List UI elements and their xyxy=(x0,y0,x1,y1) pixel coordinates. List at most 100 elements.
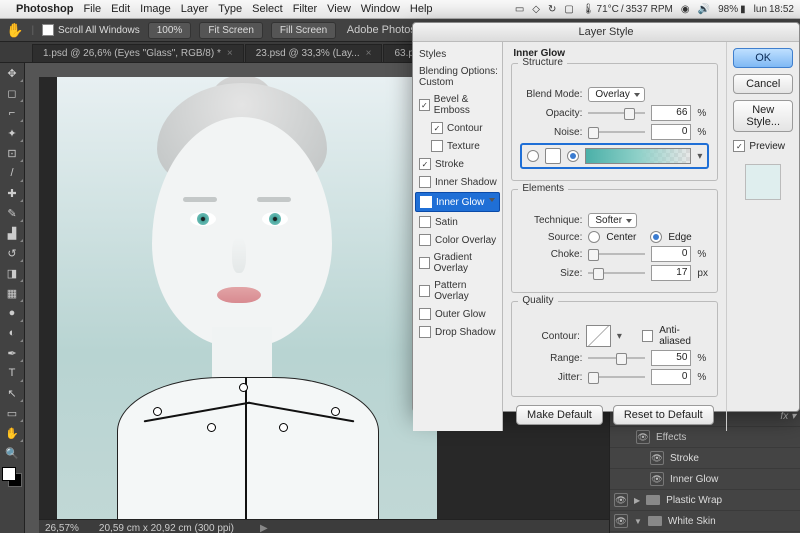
scroll-all-checkbox[interactable]: Scroll All Windows xyxy=(42,24,140,36)
menu-view[interactable]: View xyxy=(327,3,351,15)
close-icon[interactable]: × xyxy=(366,48,372,59)
style-stroke[interactable]: Stroke xyxy=(413,155,502,173)
noise-slider[interactable] xyxy=(588,126,645,138)
stamp-tool[interactable]: ▟ xyxy=(0,223,24,243)
jitter-slider[interactable] xyxy=(588,371,645,383)
menu-edit[interactable]: Edit xyxy=(111,3,130,15)
dialog-title[interactable]: Layer Style xyxy=(413,23,799,42)
size-slider[interactable] xyxy=(588,267,645,279)
style-texture[interactable]: Texture xyxy=(413,137,502,155)
type-tool[interactable]: T xyxy=(0,363,24,383)
gradient-menu-icon[interactable]: ▾ xyxy=(697,151,702,162)
wifi-icon[interactable]: ◉ xyxy=(681,4,690,15)
document-canvas[interactable] xyxy=(57,77,437,533)
dropbox-icon[interactable]: ◇ xyxy=(532,4,540,15)
zoom-tool[interactable]: 🔍 xyxy=(0,443,24,463)
style-satin[interactable]: Satin xyxy=(413,213,502,231)
ok-button[interactable]: OK xyxy=(733,48,793,68)
zoom-level[interactable]: 26,57% xyxy=(45,523,79,533)
solid-color-swatch[interactable] xyxy=(545,148,561,164)
history-brush-tool[interactable]: ↺ xyxy=(0,243,24,263)
style-contour[interactable]: Contour xyxy=(413,119,502,137)
style-inner-glow[interactable]: Inner Glow xyxy=(415,192,500,212)
disclosure-icon[interactable]: ▶ xyxy=(634,496,640,505)
menu-image[interactable]: Image xyxy=(140,3,171,15)
path-tool[interactable]: ↖ xyxy=(0,383,24,403)
style-color-overlay[interactable]: Color Overlay xyxy=(413,231,502,249)
menu-layer[interactable]: Layer xyxy=(181,3,209,15)
fit-screen-button[interactable]: Fit Screen xyxy=(199,22,263,39)
style-inner-shadow[interactable]: Inner Shadow xyxy=(413,173,502,191)
doc-dimensions[interactable]: 20,59 cm x 20,92 cm (300 ppi) xyxy=(99,523,234,533)
style-outer-glow[interactable]: Outer Glow xyxy=(413,305,502,323)
volume-icon[interactable]: 🔊 xyxy=(698,4,710,15)
screenshare-icon[interactable]: ▭ xyxy=(515,4,524,15)
disclosure-icon[interactable]: ▼ xyxy=(634,517,642,526)
lasso-tool[interactable]: ⌐ xyxy=(0,103,24,123)
doc-tab-1[interactable]: 1.psd @ 26,6% (Eyes "Glass", RGB/8) *× xyxy=(32,44,244,62)
visibility-icon[interactable]: 👁 xyxy=(614,493,628,507)
zoom-100-button[interactable]: 100% xyxy=(148,22,192,39)
visibility-icon[interactable]: 👁 xyxy=(650,472,664,486)
blur-tool[interactable]: ● xyxy=(0,303,24,323)
statusbar-menu-icon[interactable]: ▶ xyxy=(260,523,268,533)
ruler-vertical[interactable] xyxy=(25,63,39,533)
make-default-button[interactable]: Make Default xyxy=(516,405,603,425)
layer-row-white-skin[interactable]: 👁 ▼ White Skin xyxy=(610,511,800,532)
eraser-tool[interactable]: ◨ xyxy=(0,263,24,283)
gradient-picker[interactable] xyxy=(585,148,691,164)
doc-tab-2[interactable]: 23.psd @ 33,3% (Lay...× xyxy=(245,44,383,62)
style-drop-shadow[interactable]: Drop Shadow xyxy=(413,323,502,341)
menu-app[interactable]: Photoshop xyxy=(16,3,73,15)
menu-help[interactable]: Help xyxy=(410,3,433,15)
styles-header[interactable]: Styles xyxy=(413,46,502,63)
source-edge-radio[interactable] xyxy=(650,231,662,243)
cancel-button[interactable]: Cancel xyxy=(733,74,793,94)
style-bevel[interactable]: Bevel & Emboss xyxy=(413,91,502,119)
style-gradient-overlay[interactable]: Gradient Overlay xyxy=(413,249,502,277)
pen-tool[interactable]: ✒ xyxy=(0,343,24,363)
contour-picker[interactable] xyxy=(586,325,611,347)
visibility-icon[interactable]: 👁 xyxy=(614,514,628,528)
hand-tool-icon[interactable]: ✋ xyxy=(6,22,23,39)
gradient-tool[interactable]: ▦ xyxy=(0,283,24,303)
jitter-field[interactable]: 0 xyxy=(651,369,691,385)
style-pattern-overlay[interactable]: Pattern Overlay xyxy=(413,277,502,305)
fill-screen-button[interactable]: Fill Screen xyxy=(271,22,336,39)
sync-icon[interactable]: ↻ xyxy=(548,4,556,15)
technique-select[interactable]: Softer xyxy=(588,213,637,228)
brush-tool[interactable]: ✎ xyxy=(0,203,24,223)
visibility-icon[interactable]: 👁 xyxy=(636,430,650,444)
solid-color-radio[interactable] xyxy=(527,150,539,162)
close-icon[interactable]: × xyxy=(227,48,233,59)
wand-tool[interactable]: ✦ xyxy=(0,123,24,143)
blend-mode-select[interactable]: Overlay xyxy=(588,87,644,102)
layer-row-plastic[interactable]: 👁 ▶ Plastic Wrap xyxy=(610,490,800,511)
dodge-tool[interactable]: ◐ xyxy=(0,323,24,343)
range-slider[interactable] xyxy=(588,352,645,364)
choke-slider[interactable] xyxy=(588,248,645,260)
crop-tool[interactable]: ⊡ xyxy=(0,143,24,163)
menu-select[interactable]: Select xyxy=(252,3,283,15)
opacity-field[interactable]: 66 xyxy=(651,105,691,121)
clock[interactable]: lun 18:52 xyxy=(754,4,794,15)
eyedropper-tool[interactable]: / xyxy=(0,163,24,183)
opacity-slider[interactable] xyxy=(588,107,645,119)
reset-default-button[interactable]: Reset to Default xyxy=(613,405,714,425)
size-field[interactable]: 17 xyxy=(651,265,691,281)
blending-options-item[interactable]: Blending Options: Custom xyxy=(413,63,502,91)
range-field[interactable]: 50 xyxy=(651,350,691,366)
noise-field[interactable]: 0 xyxy=(651,124,691,140)
menu-window[interactable]: Window xyxy=(361,3,400,15)
choke-field[interactable]: 0 xyxy=(651,246,691,262)
healing-tool[interactable]: ✚ xyxy=(0,183,24,203)
layer-effect-inner-glow[interactable]: 👁 Inner Glow xyxy=(610,469,800,490)
shape-tool[interactable]: ▭ xyxy=(0,403,24,423)
new-style-button[interactable]: New Style... xyxy=(733,100,793,132)
gradient-radio[interactable] xyxy=(567,150,579,162)
hand-tool[interactable]: ✋ xyxy=(0,423,24,443)
color-swatches[interactable] xyxy=(0,467,24,497)
layer-effect-stroke[interactable]: 👁 Stroke xyxy=(610,448,800,469)
marquee-tool[interactable]: ◻ xyxy=(0,83,24,103)
menu-type[interactable]: Type xyxy=(218,3,242,15)
